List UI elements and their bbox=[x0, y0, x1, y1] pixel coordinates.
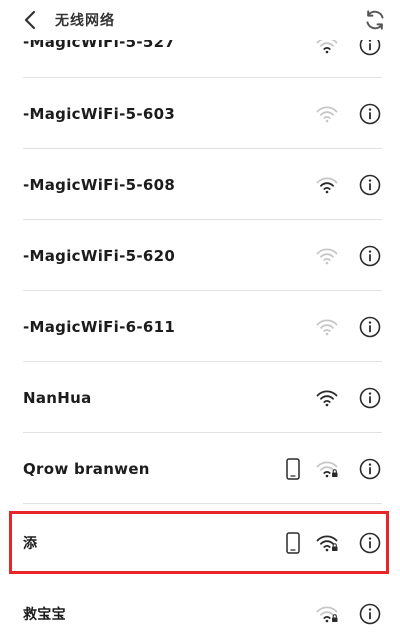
info-icon[interactable] bbox=[359, 458, 381, 480]
info-icon[interactable] bbox=[359, 174, 381, 196]
info-icon[interactable] bbox=[359, 245, 381, 267]
wifi-signal-weak-icon bbox=[316, 105, 338, 122]
wifi-signal-strong-icon bbox=[316, 389, 338, 406]
network-ssid: -MagicWiFi-6-611 bbox=[23, 317, 176, 336]
network-ssid: Qrow branwen bbox=[23, 459, 150, 478]
network-row[interactable]: -MagicWiFi-5-608 bbox=[0, 149, 400, 220]
wifi-signal-weak-locked-icon bbox=[316, 605, 338, 622]
network-row[interactable]: -MagicWiFi-5-620 bbox=[0, 220, 400, 291]
network-row[interactable]: 救宝宝 bbox=[0, 578, 400, 635]
network-ssid: -MagicWiFi-5-620 bbox=[23, 246, 176, 265]
network-ssid: -MagicWiFi-5-608 bbox=[23, 175, 176, 194]
network-ssid: -MagicWiFi-5-603 bbox=[23, 104, 176, 123]
page-title: 无线网络 bbox=[55, 13, 115, 29]
network-row[interactable]: -MagicWiFi-6-611 bbox=[0, 291, 400, 362]
wifi-signal-medium-icon bbox=[316, 176, 338, 193]
wifi-signal-strong-locked-icon bbox=[316, 534, 338, 551]
chevron-left-icon bbox=[24, 10, 36, 30]
info-icon[interactable] bbox=[359, 387, 381, 409]
network-row[interactable]: -MagicWiFi-5-603 bbox=[0, 78, 400, 149]
network-row-selected[interactable]: 添 bbox=[0, 507, 400, 578]
network-ssid: NanHua bbox=[23, 388, 92, 407]
wifi-signal-weak-icon bbox=[316, 318, 338, 335]
wifi-signal-weak-locked-icon bbox=[316, 460, 338, 477]
network-ssid: 添 bbox=[23, 535, 38, 552]
info-icon[interactable] bbox=[359, 103, 381, 125]
row-divider bbox=[23, 503, 382, 504]
info-icon[interactable] bbox=[359, 316, 381, 338]
wifi-signal-weak-icon bbox=[316, 247, 338, 264]
wifi-settings-screen: -MagicWiFi-5-527 -MagicWiFi-5-603 -Magic… bbox=[0, 0, 400, 635]
refresh-button[interactable] bbox=[362, 7, 388, 33]
network-row[interactable]: Qrow branwen bbox=[0, 433, 400, 504]
top-bar: 无线网络 bbox=[0, 0, 400, 40]
info-icon[interactable] bbox=[359, 532, 381, 554]
network-row[interactable]: NanHua bbox=[0, 362, 400, 433]
network-ssid: 救宝宝 bbox=[23, 606, 66, 623]
refresh-icon bbox=[366, 10, 384, 30]
phone-icon bbox=[286, 531, 300, 554]
back-button[interactable] bbox=[18, 8, 42, 32]
info-icon[interactable] bbox=[359, 603, 381, 625]
phone-icon bbox=[286, 457, 300, 480]
